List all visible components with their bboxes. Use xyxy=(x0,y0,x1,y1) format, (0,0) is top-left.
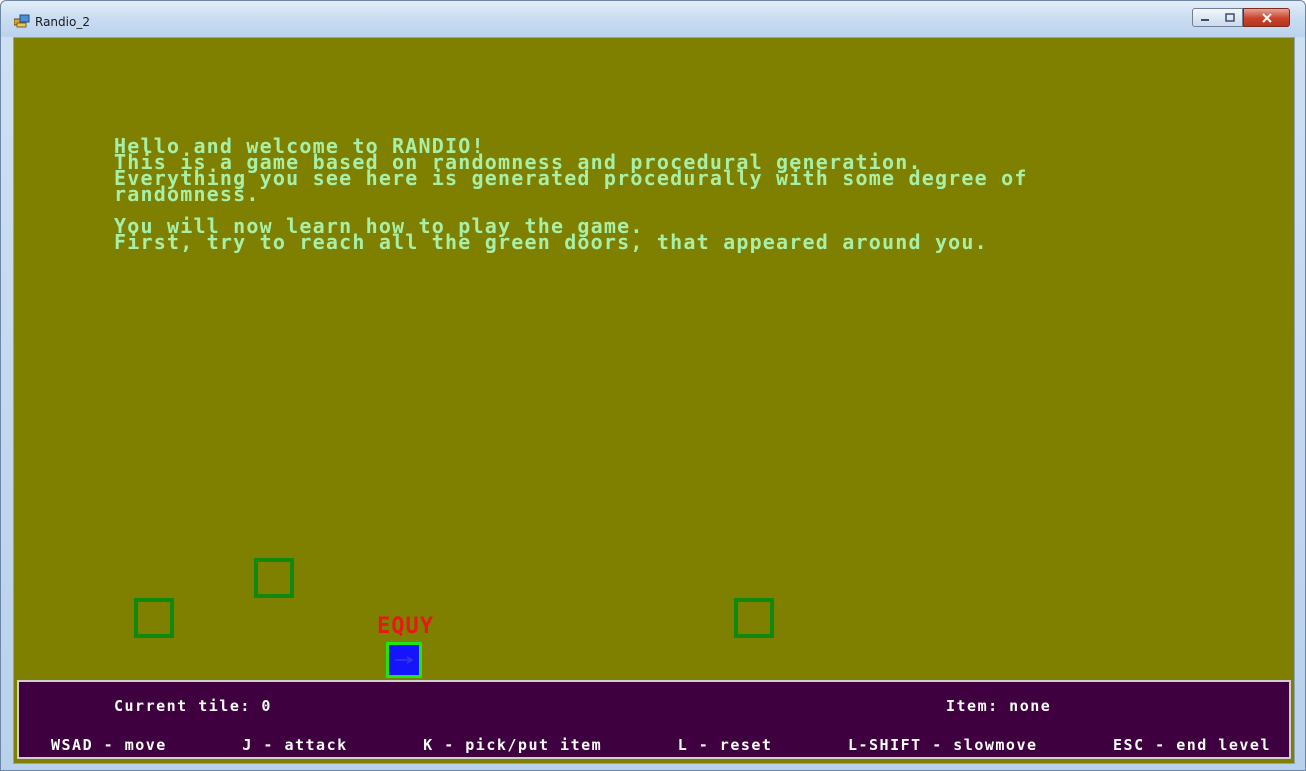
window-controls xyxy=(1192,8,1292,28)
control-hint: K - pick/put item xyxy=(423,736,603,754)
close-icon xyxy=(1261,12,1272,23)
control-hint: ESC - end level xyxy=(1113,736,1271,754)
app-icon xyxy=(14,14,30,28)
maximize-button[interactable] xyxy=(1217,8,1243,27)
control-hint: WSAD - move xyxy=(51,736,167,754)
arrow-right-icon xyxy=(395,656,414,664)
maximize-icon xyxy=(1224,13,1235,22)
control-hint: L - reset xyxy=(677,736,773,754)
green-door xyxy=(254,558,294,598)
intro-line: Everything you see here is generated pro… xyxy=(114,166,1028,190)
intro-text: Hello and welcome to RANDIO! This is a g… xyxy=(114,136,1274,254)
green-door xyxy=(134,598,174,638)
title-bar[interactable]: Randio_2 xyxy=(1,1,1305,37)
minimize-button[interactable] xyxy=(1192,8,1218,27)
current-tile-label: Current tile: 0 xyxy=(114,697,272,715)
player-name-label: EQUY xyxy=(377,614,434,639)
intro-line: First, try to reach all the green doors,… xyxy=(114,230,988,254)
app-window: Randio_2 Hello and welcome to RANDIO! Th… xyxy=(0,0,1306,771)
item-label: Item: none xyxy=(946,697,1052,715)
close-button[interactable] xyxy=(1243,8,1290,27)
window-title: Randio_2 xyxy=(35,15,90,29)
minimize-icon xyxy=(1201,18,1209,21)
player-character xyxy=(386,642,422,678)
game-canvas[interactable]: Hello and welcome to RANDIO! This is a g… xyxy=(13,37,1295,764)
green-door xyxy=(734,598,774,638)
control-hint: J - attack xyxy=(242,736,348,754)
status-panel: Current tile: 0 Item: none WSAD - move J… xyxy=(17,680,1291,759)
control-hint: L-SHIFT - slowmove xyxy=(847,736,1038,754)
controls-legend: WSAD - move J - attack K - pick/put item… xyxy=(51,736,1271,754)
